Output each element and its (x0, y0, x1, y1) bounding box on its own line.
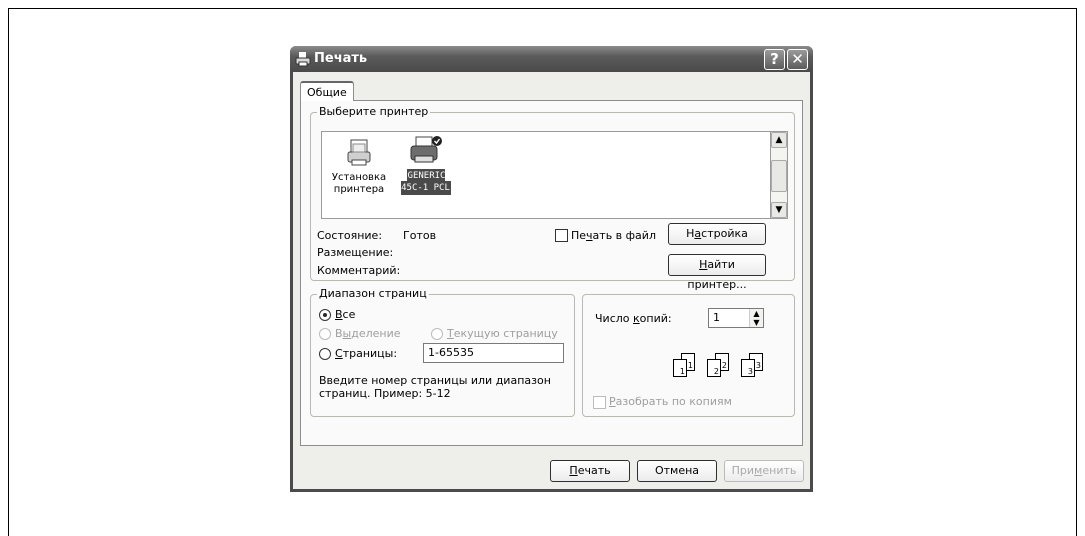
page-range-legend: Диапазон страниц (317, 287, 429, 300)
comment-label: Комментарий: (317, 264, 401, 277)
settings-label-post: стройка (701, 227, 748, 240)
status-value: Готов (403, 229, 437, 242)
range-current-label-post: екущую страницу (453, 327, 558, 340)
copies-group: Число копий: 1 ▲ ▼ 1 1 2 2 3 3 Разобрать … (582, 294, 795, 417)
printer-list-scrollbar[interactable]: ▲ ▼ (771, 131, 788, 219)
close-button[interactable]: ✕ (787, 49, 808, 70)
printer-item-add-line1: Установка (331, 172, 387, 183)
range-current-label[interactable]: Текущую страницу (447, 327, 558, 340)
status-label: Состояние: (317, 229, 383, 242)
printer-list[interactable]: Установка принтера GENERIC 45C-1 PCL (321, 131, 771, 219)
range-hint-line2: страниц. Пример: 5-12 (319, 387, 451, 400)
print-button[interactable]: Печать (550, 460, 630, 482)
printer-item-generic-label: GENERIC 45C-1 PCL (401, 169, 451, 195)
help-button[interactable]: ? (764, 49, 785, 70)
collate-label[interactable]: Разобрать по копиям (609, 395, 732, 408)
printer-group-legend: Выберите принтер (317, 105, 431, 118)
copies-spinner[interactable]: ▲ ▼ (749, 309, 763, 327)
range-pages-radio[interactable] (319, 348, 331, 360)
dialog-title: Печать (314, 51, 368, 66)
range-all-label[interactable]: Все (335, 308, 355, 321)
find-printer-label-post: айти принтер... (687, 258, 747, 291)
printer-group: Выберите принтер Установка принтера GENE… (310, 105, 795, 291)
print-to-file-label-post: ать в файл (592, 229, 656, 242)
print-label-post: ечать (577, 464, 611, 477)
apply-label-post: енить (762, 464, 797, 477)
range-selection-label-post: деление (351, 327, 401, 340)
print-dialog: Печать ? ✕ Общие Выберите принтер Устано… (290, 46, 813, 492)
print-label-hotkey: П (569, 464, 578, 477)
collate-page-2-front: 2 (707, 359, 721, 377)
printer-icon (410, 136, 442, 163)
printer-item-generic-line1: GENERIC (407, 171, 446, 181)
range-selection-label-pre: В (335, 327, 343, 340)
range-pages-label-post: траницы: (342, 347, 398, 360)
copies-count-label-post: опий: (639, 312, 672, 325)
title-bar[interactable]: Печать ? ✕ (290, 46, 813, 72)
range-all-radio[interactable] (319, 309, 331, 321)
settings-button[interactable]: Настройка (668, 223, 766, 245)
apply-label-pre: При (731, 464, 755, 477)
collate-label-hotkey: Р (609, 395, 616, 408)
scroll-down-button[interactable]: ▼ (771, 202, 787, 218)
range-current-label-hotkey: Т (447, 327, 454, 340)
collate-page-3-front: 3 (741, 359, 755, 377)
print-to-file-label[interactable]: Печать в файл (571, 229, 656, 242)
printer-item-generic[interactable]: GENERIC 45C-1 PCL (400, 134, 452, 195)
copies-count-label-hotkey: к (633, 312, 640, 325)
scroll-up-button[interactable]: ▲ (771, 132, 787, 148)
range-selection-label-hotkey: ы (342, 327, 352, 340)
tab-panel: Выберите принтер Установка принтера GENE… (300, 100, 803, 446)
apply-button[interactable]: Применить (724, 460, 804, 482)
collate-page-1-front: 1 (673, 359, 687, 377)
add-printer-icon (347, 139, 371, 166)
pages-input[interactable]: 1-65535 (423, 343, 564, 363)
range-selection-radio[interactable] (319, 328, 331, 340)
range-current-radio[interactable] (431, 328, 443, 340)
range-all-label-post: се (342, 308, 356, 321)
range-all-label-hotkey: В (335, 308, 343, 321)
scroll-thumb[interactable] (771, 160, 787, 192)
collate-label-post: азобрать по копиям (615, 395, 732, 408)
collate-checkbox[interactable] (593, 396, 606, 409)
range-selection-label[interactable]: Выделение (335, 327, 401, 340)
range-pages-label-hotkey: С (335, 347, 343, 360)
cancel-button[interactable]: Отмена (637, 460, 717, 482)
copies-count-label: Число копий: (595, 312, 672, 325)
location-label: Размещение: (317, 246, 394, 259)
page-range-group: Диапазон страниц Все Выделение Текущую с… (310, 287, 575, 417)
range-pages-label[interactable]: Страницы: (335, 347, 397, 360)
printer-item-add-line2: принтера (333, 184, 385, 195)
tab-general[interactable]: Общие (300, 81, 354, 101)
print-to-file-label-pre: Пе (571, 229, 587, 242)
copies-count-label-pre: Число (595, 312, 633, 325)
find-printer-button[interactable]: Найти принтер... (668, 254, 766, 291)
print-to-file-checkbox[interactable] (555, 229, 568, 242)
printer-item-add[interactable]: Установка принтера (324, 138, 394, 196)
range-hint-line1: Введите номер страницы или диапазон (319, 374, 551, 387)
dialog-client: Общие Выберите принтер Установка принтер… (293, 72, 810, 489)
printer-icon (295, 52, 311, 67)
printer-item-generic-line2: 45C-1 PCL (401, 183, 450, 193)
